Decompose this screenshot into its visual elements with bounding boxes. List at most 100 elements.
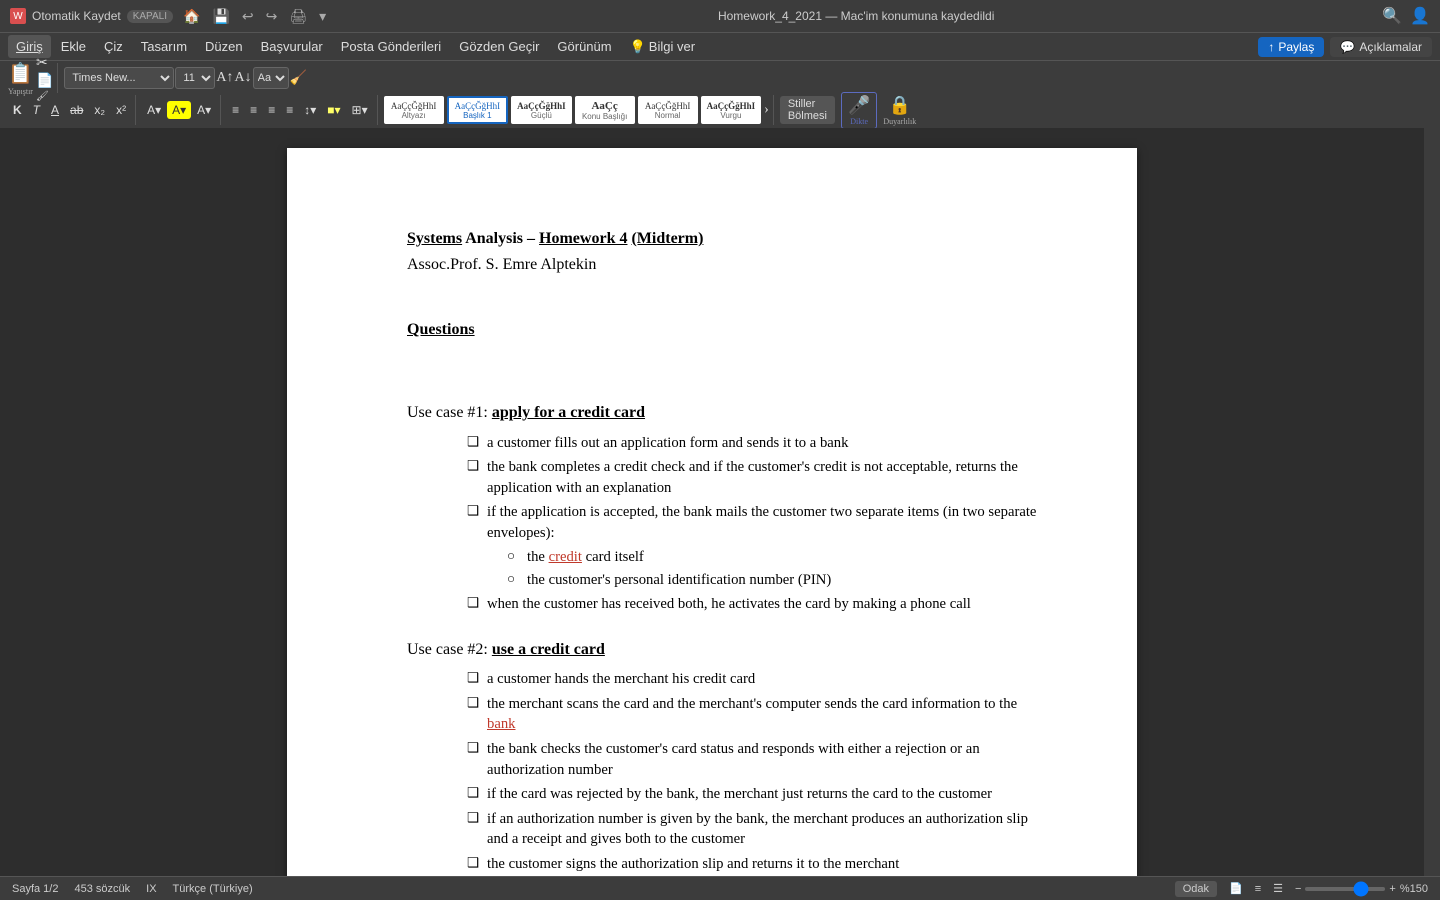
style-vurgu[interactable]: AaÇçĞğHhI Vurgu (701, 96, 762, 124)
bank-text: bank (487, 716, 516, 732)
title-bar-left: W Otomatik Kaydet KAPALI 🏠 💾 ↩ ↪ 🖨 ▾ (10, 6, 330, 27)
decrease-font-icon[interactable]: A↓ (235, 70, 252, 86)
border-button[interactable]: ⊞▾ (347, 101, 373, 119)
language-icon[interactable]: IX (146, 883, 156, 895)
bullet-item: if the application is accepted, the bank… (467, 502, 1047, 590)
increase-font-icon[interactable]: A↑ (216, 70, 233, 86)
align-right-button[interactable]: ≡ (263, 101, 280, 119)
style-altyazi[interactable]: AaÇçĞğHhI Altyazı (384, 96, 444, 124)
status-bar-right: Odak 📄 ≡ ☰ − + %150 (1175, 881, 1428, 897)
stiller-button[interactable]: StillerBölmesi (780, 96, 835, 124)
share-button[interactable]: ↑ Paylaş (1258, 37, 1324, 57)
color-group: A▾ A▾ A▾ (138, 95, 221, 125)
subscript-button[interactable]: x₂ (89, 101, 110, 119)
right-tools-group: StillerBölmesi 🎤 Dikte 🔒 Duyarlılık (776, 95, 920, 125)
dikte-label: Dikte (850, 117, 868, 126)
sub-bullet-item: the customer's personal identification n… (507, 570, 1047, 591)
app-icon: W (10, 8, 26, 24)
duyarlilik-icon[interactable]: 🔒 (889, 95, 911, 116)
questions-heading: Questions (407, 319, 1047, 341)
style-baslik1[interactable]: AaÇçĞğHhI Başlık 1 (447, 96, 509, 124)
font-name-select[interactable]: Times New... (64, 67, 174, 89)
menu-gozden[interactable]: Gözden Geçir (451, 35, 547, 58)
zoom-out-icon[interactable]: − (1295, 883, 1301, 895)
align-center-button[interactable]: ≡ (245, 101, 262, 119)
menu-gorunum[interactable]: Görünüm (549, 35, 619, 58)
toolbar-row-1: 📋 Yapıştır ✂ 📄 🖌 Times New... 11 A↑ A↓ A… (4, 63, 1436, 93)
home-icon[interactable]: 🏠 (179, 6, 204, 27)
menu-posta[interactable]: Posta Gönderileri (333, 35, 449, 58)
sub-bullets: the credit card itself the customer's pe… (487, 547, 1047, 590)
italic-button[interactable]: T (28, 101, 45, 119)
styles-group: AaÇçĞğHhI Altyazı AaÇçĞğHhI Başlık 1 AaÇ… (380, 95, 774, 125)
dikte-icon[interactable]: 🎤 (848, 95, 870, 116)
cut-icon[interactable]: ✂ (36, 55, 53, 72)
font-size-select[interactable]: 11 (175, 67, 215, 89)
zoom-in-icon[interactable]: + (1389, 883, 1395, 895)
use-case-2-bullets: a customer hands the merchant his credit… (407, 669, 1047, 874)
paste-icon[interactable]: 📋 (8, 61, 33, 86)
font-group: Times New... 11 A↑ A↓ Aa 🧹 (60, 63, 311, 93)
styles-expand-icon[interactable]: › (764, 102, 769, 118)
bold-button[interactable]: K (8, 101, 27, 119)
style-normal[interactable]: AaÇçĞğHhI Normal (638, 96, 698, 124)
page-container[interactable]: Systems Analysis – Homework 4 (Midterm) … (0, 128, 1424, 876)
undo-icon[interactable]: ↩ (238, 6, 258, 27)
align-left-button[interactable]: ≡ (227, 101, 244, 119)
case-select[interactable]: Aa (253, 67, 289, 89)
use-case-1-name: apply for a credit card (492, 404, 645, 421)
paragraph-group: ≡ ≡ ≡ ≡ ↕▾ ■▾ ⊞▾ (223, 95, 377, 125)
justify-button[interactable]: ≡ (281, 101, 298, 119)
underline-button[interactable]: A (46, 101, 64, 119)
focus-label[interactable]: Odak (1175, 881, 1217, 897)
bullet-item: a customer hands the merchant his credit… (467, 669, 1047, 690)
strikethrough-button[interactable]: ab (65, 101, 88, 119)
comments-button[interactable]: 💬 Açıklamalar (1330, 37, 1432, 57)
copy-icon[interactable]: 📄 (36, 73, 53, 90)
bullet-item: the bank checks the customer's card stat… (467, 739, 1047, 780)
bullet-item: when the customer has received both, he … (467, 594, 1047, 615)
credit-text: credit (549, 549, 582, 565)
view-normal-icon[interactable]: 📄 (1229, 882, 1243, 895)
menu-tasarim[interactable]: Tasarım (133, 35, 195, 58)
document-author: Assoc.Prof. S. Emre Alptekin (407, 254, 1047, 276)
line-spacing-button[interactable]: ↕▾ (299, 101, 321, 119)
style-konubasligi[interactable]: AaÇç Konu Başlığı (575, 96, 635, 124)
toolbar: 📋 Yapıştır ✂ 📄 🖌 Times New... 11 A↑ A↓ A… (0, 60, 1440, 128)
user-icon[interactable]: 👤 (1410, 6, 1430, 26)
clipboard-group: 📋 Yapıştır ✂ 📄 🖌 (4, 63, 58, 93)
autosave-label: Otomatik Kaydet (32, 9, 121, 23)
clear-format-icon[interactable]: 🧹 (290, 70, 307, 87)
print-icon[interactable]: 🖨 (285, 6, 311, 27)
superscript-button[interactable]: x² (111, 101, 131, 119)
formatting-group: K T A ab x₂ x² (4, 95, 136, 125)
comment-icon: 💬 (1340, 40, 1355, 54)
zoom-slider[interactable] (1305, 887, 1385, 891)
shading-button[interactable]: A▾ (192, 101, 216, 119)
font-color-button[interactable]: A▾ (142, 101, 166, 119)
save-icon[interactable]: 💾 (208, 6, 233, 27)
bullet-item: a customer fills out an application form… (467, 433, 1047, 454)
sub-bullet-item: the credit card itself (507, 547, 1047, 568)
status-bar: Sayfa 1/2 453 sözcük IX Türkçe (Türkiye)… (0, 876, 1440, 900)
menu-duzen[interactable]: Düzen (197, 35, 251, 58)
title-bar: W Otomatik Kaydet KAPALI 🏠 💾 ↩ ↪ 🖨 ▾ Hom… (0, 0, 1440, 32)
menu-bilgi[interactable]: 💡 Bilgi ver (622, 35, 703, 59)
highlight-button[interactable]: A▾ (167, 101, 191, 119)
right-scrollbar[interactable] (1424, 128, 1440, 876)
menu-ekle[interactable]: Ekle (53, 35, 94, 58)
use-case-1-title: Use case #1: apply for a credit card (407, 402, 1047, 424)
title-bar-right: 🔍 👤 (1382, 6, 1430, 26)
shading-para-button[interactable]: ■▾ (322, 101, 345, 119)
use-case-1: Use case #1: apply for a credit card a c… (407, 402, 1047, 615)
view-read-icon[interactable]: ☰ (1273, 882, 1283, 895)
customize-icon[interactable]: ▾ (315, 6, 330, 27)
title-systems: Systems (407, 230, 462, 247)
style-guclu[interactable]: AaÇçĞğHhI Güçlü (511, 96, 572, 124)
redo-icon[interactable]: ↪ (262, 6, 282, 27)
menu-ciz[interactable]: Çiz (96, 35, 131, 58)
search-icon[interactable]: 🔍 (1382, 6, 1402, 26)
menu-basvurular[interactable]: Başvurular (253, 35, 331, 58)
view-outline-icon[interactable]: ≡ (1255, 883, 1261, 895)
title-midterm: (Midterm) (631, 230, 703, 247)
